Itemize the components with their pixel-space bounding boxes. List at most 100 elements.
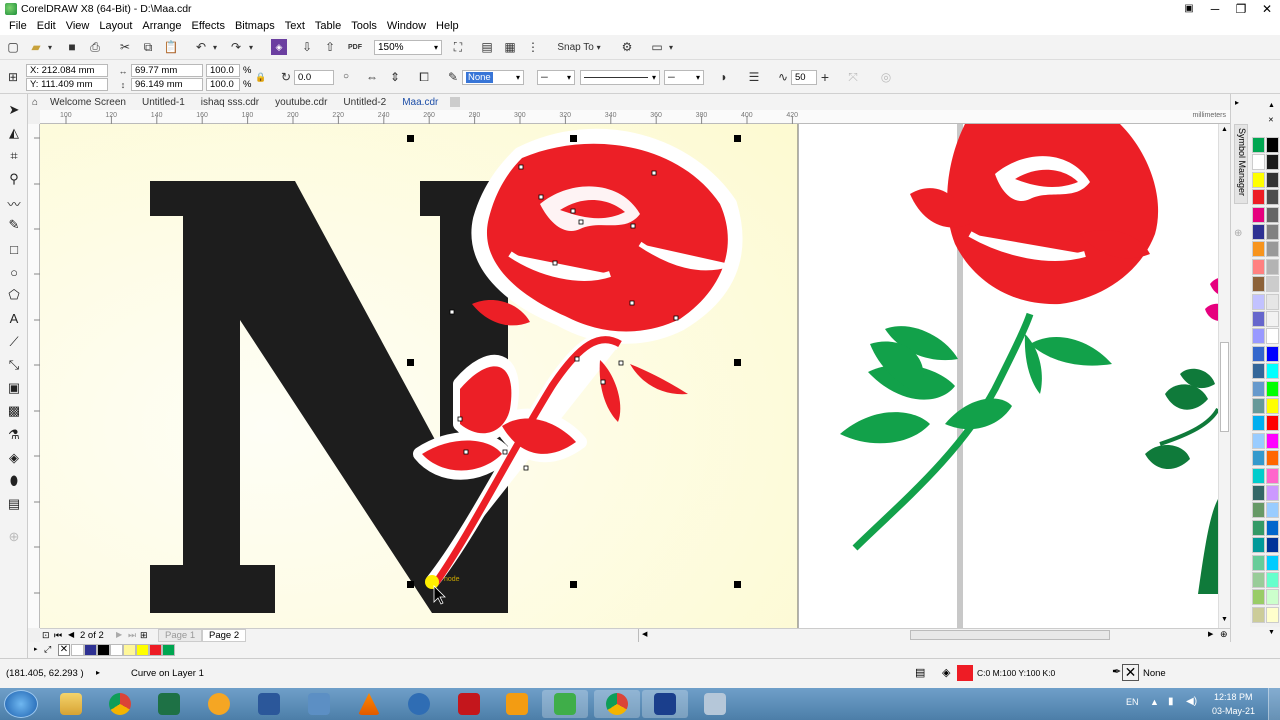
palette-swatch[interactable] (1266, 519, 1279, 536)
show-grid-icon[interactable]: ▦ (501, 39, 519, 55)
status-menu-icon[interactable]: ▸ (96, 668, 100, 677)
open-dropdown-icon[interactable]: ▾ (45, 39, 55, 55)
network-icon[interactable]: ▮ (1168, 696, 1174, 707)
palette-swatch[interactable] (1252, 258, 1265, 275)
selection-handle-right[interactable] (734, 359, 741, 366)
scroll-right-icon[interactable]: ▶ (1208, 630, 1213, 638)
outline-tool-icon[interactable]: ▤ (4, 495, 24, 513)
polygon-tool-icon[interactable]: ⬠ (4, 286, 24, 304)
palette-swatch[interactable] (1252, 398, 1265, 414)
document-tab[interactable]: ishaq sss.cdr (193, 97, 267, 108)
copy-icon[interactable]: ⧉ (139, 39, 157, 55)
ellipse-tool-icon[interactable]: ○ (4, 263, 24, 281)
taskbar-screen-recorder[interactable] (642, 690, 688, 718)
add-tool-icon[interactable]: ⊕ (4, 528, 24, 546)
palette-swatch[interactable] (1266, 432, 1279, 449)
taskbar-video[interactable] (494, 690, 540, 718)
previous-page-icon[interactable]: ◀ (68, 630, 74, 639)
palette-swatch[interactable] (1266, 311, 1279, 327)
tray-arrow-icon[interactable]: ▲ (1150, 697, 1159, 707)
document-palette-swatch[interactable] (123, 644, 136, 656)
palette-scroll-up-icon[interactable]: ▲ (1268, 102, 1275, 109)
palette-swatch[interactable] (1252, 485, 1265, 501)
vertical-ruler[interactable] (28, 124, 40, 628)
menu-window[interactable]: Window (382, 20, 431, 32)
rose-right[interactable] (840, 124, 1218, 594)
curve-smoothing-field[interactable]: 50 (791, 70, 817, 85)
document-color-settings-icon[interactable]: ▤ (915, 666, 925, 679)
taskbar-chrome-2[interactable] (594, 690, 640, 718)
cut-icon[interactable]: ✂ (116, 39, 134, 55)
freehand-tool-icon[interactable]: 〰 (4, 194, 24, 212)
palette-swatch[interactable] (1266, 554, 1279, 571)
drawing-area[interactable]: node (40, 124, 1218, 628)
new-document-icon[interactable]: ▢ (4, 39, 22, 55)
application-launcher-icon[interactable]: ▭ (648, 39, 666, 55)
palette-swatch[interactable] (1266, 589, 1279, 606)
redo-dropdown-icon[interactable]: ▾ (246, 39, 256, 55)
scroll-up-icon[interactable]: ▲ (1221, 126, 1228, 133)
docker-add-icon[interactable]: ⊕ (1234, 228, 1248, 242)
selection-handle-left[interactable] (407, 359, 414, 366)
show-guidelines-icon[interactable]: ⋮ (524, 39, 542, 55)
palette-swatch[interactable] (1252, 572, 1265, 588)
rotation-center-icon[interactable]: ○ (339, 69, 353, 83)
document-palette-swatch[interactable] (162, 644, 175, 656)
palette-swatch[interactable] (1252, 171, 1265, 188)
interactive-fill-icon[interactable]: ◈ (4, 449, 24, 467)
palette-swatch[interactable] (1252, 380, 1265, 397)
palette-swatch[interactable] (1252, 276, 1265, 293)
selection-handle-bottom[interactable] (570, 581, 577, 588)
paste-icon[interactable]: 📋 (162, 39, 180, 55)
group-objects-icon[interactable]: ⧠ (416, 69, 432, 85)
y-position-field[interactable]: Y: 111.409 mm (26, 78, 108, 91)
palette-swatch[interactable] (1252, 206, 1265, 223)
palette-swatch[interactable] (1266, 415, 1279, 432)
close-curve-icon[interactable]: ◗ (715, 69, 733, 85)
palette-swatch[interactable] (1266, 502, 1279, 519)
palette-swatch[interactable] (1252, 137, 1265, 153)
parallel-dimension-icon[interactable]: ⟋ (4, 333, 24, 351)
document-tab[interactable]: Welcome Screen (42, 97, 134, 108)
palette-swatch[interactable] (1266, 485, 1279, 501)
document-tab[interactable]: Untitled-2 (335, 97, 394, 108)
zoom-navigator-icon[interactable]: ⊕ (1220, 629, 1228, 640)
save-icon[interactable]: ■ (63, 39, 81, 55)
palette-swatch[interactable] (1266, 171, 1279, 188)
volume-icon[interactable]: ◀) (1186, 696, 1197, 707)
selected-node-highlight[interactable] (425, 575, 439, 589)
add-icon[interactable]: + (818, 69, 832, 85)
zoom-level-select[interactable]: 150% ▾ (374, 40, 442, 55)
palette-swatch[interactable] (1252, 363, 1265, 380)
palette-scroll-down-icon[interactable]: ▼ (1268, 629, 1275, 636)
drawing-canvas[interactable]: node (40, 124, 1218, 628)
selection-handle-bottom-right[interactable] (734, 581, 741, 588)
width-field[interactable]: 69.77 mm (131, 64, 203, 77)
palette-swatch[interactable] (1252, 293, 1265, 310)
document-palette-menu-icon[interactable]: ▸ (34, 645, 38, 653)
palette-expand-icon[interactable]: ✕ (1268, 116, 1274, 124)
taskbar-acrobat[interactable] (446, 690, 492, 718)
menu-help[interactable]: Help (431, 20, 464, 32)
selection-handle-top-left[interactable] (407, 135, 414, 142)
shape-tool-icon[interactable]: ◭ (4, 124, 24, 142)
scale-y-field[interactable]: 100.0 (206, 78, 240, 91)
menu-effects[interactable]: Effects (187, 20, 230, 32)
show-rulers-icon[interactable]: ▤ (478, 39, 496, 55)
document-palette-swatch[interactable] (71, 644, 84, 656)
palette-swatch[interactable] (1252, 554, 1265, 571)
palette-swatch[interactable] (1252, 189, 1265, 206)
document-tab[interactable]: Maa.cdr (394, 97, 446, 108)
menu-view[interactable]: View (61, 20, 95, 32)
redo-icon[interactable]: ↷ (228, 39, 244, 55)
palette-swatch[interactable] (1252, 519, 1265, 536)
pick-tool-icon[interactable]: ➤ (4, 101, 24, 119)
connector-tool-icon[interactable]: ⤡ (4, 356, 24, 374)
taskbar-chrome[interactable] (97, 690, 143, 718)
palette-swatch[interactable] (1266, 293, 1279, 310)
taskbar-tool[interactable] (296, 690, 342, 718)
palette-swatch[interactable] (1266, 276, 1279, 293)
outline-none-swatch[interactable]: ✕ (1122, 664, 1139, 681)
document-tab[interactable]: youtube.cdr (267, 97, 335, 108)
palette-swatch[interactable] (1266, 467, 1279, 484)
